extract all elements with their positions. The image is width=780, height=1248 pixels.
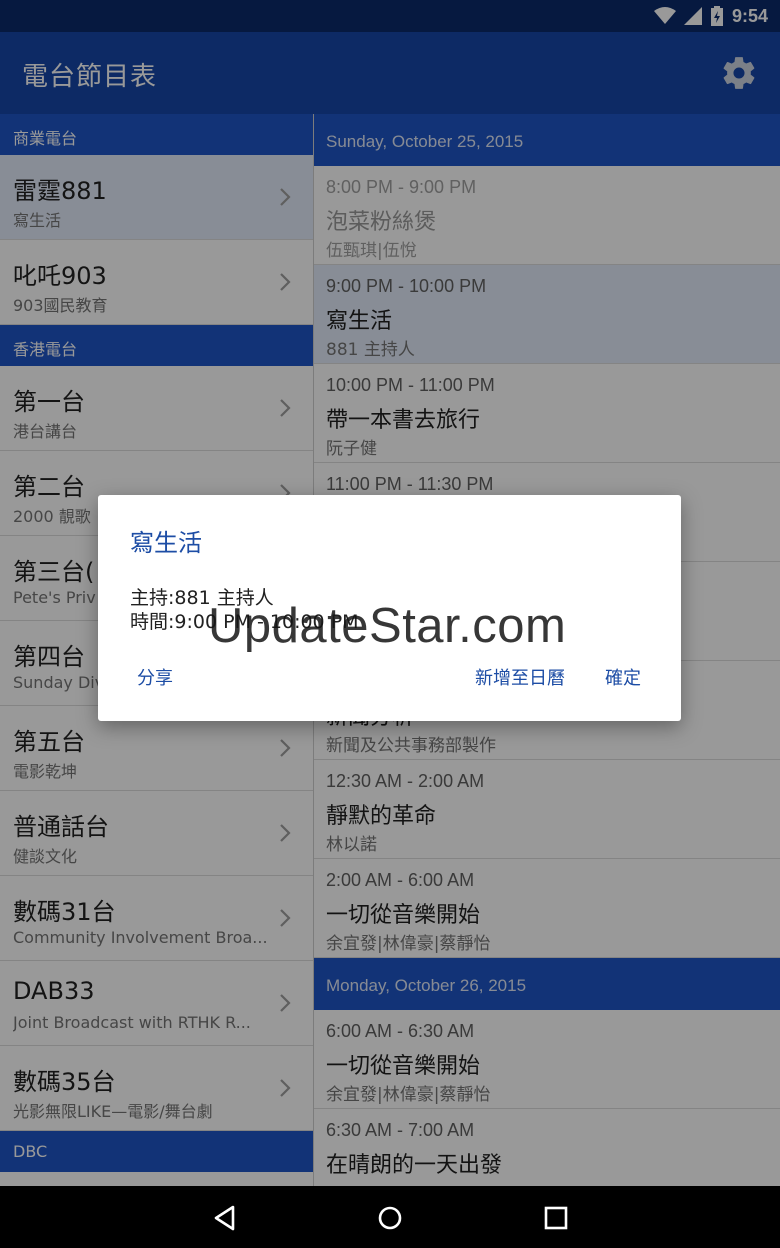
dialog-title: 寫生活 — [130, 529, 202, 557]
navigation-bar — [0, 1186, 780, 1248]
back-icon[interactable] — [211, 1204, 239, 1232]
add-to-calendar-button[interactable]: 新增至日曆 — [475, 664, 565, 690]
recents-icon[interactable] — [542, 1204, 570, 1232]
home-icon[interactable] — [376, 1204, 404, 1232]
ok-button[interactable]: 確定 — [605, 664, 641, 690]
watermark: UpdateStar.com — [208, 599, 567, 653]
share-button[interactable]: 分享 — [137, 664, 173, 690]
